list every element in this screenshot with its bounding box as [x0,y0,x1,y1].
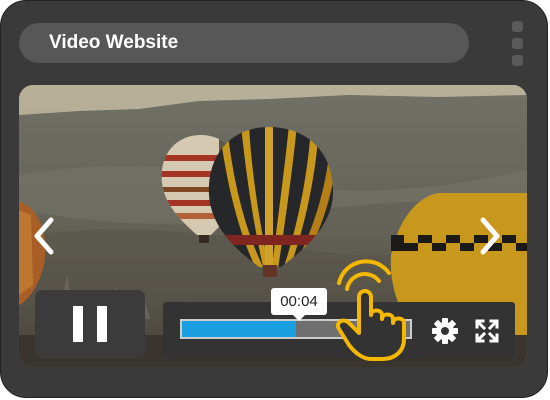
previous-button[interactable] [29,214,59,258]
pause-button[interactable] [35,290,145,358]
gear-icon [432,318,458,344]
chevron-left-icon [34,217,54,255]
progress-bar[interactable] [180,319,412,339]
settings-button[interactable] [430,316,460,346]
next-button[interactable] [475,214,505,258]
control-bar [163,302,515,358]
title-bar: Video Website [19,23,469,63]
kebab-menu-icon[interactable] [511,21,525,67]
site-title: Video Website [49,32,179,53]
chevron-right-icon [480,217,500,255]
time-tooltip: 00:04 [271,288,327,321]
fullscreen-icon [475,319,499,343]
video-player-window: Video Website 00:04 [0,0,548,398]
progress-fill [182,321,296,337]
fullscreen-button[interactable] [472,316,502,346]
